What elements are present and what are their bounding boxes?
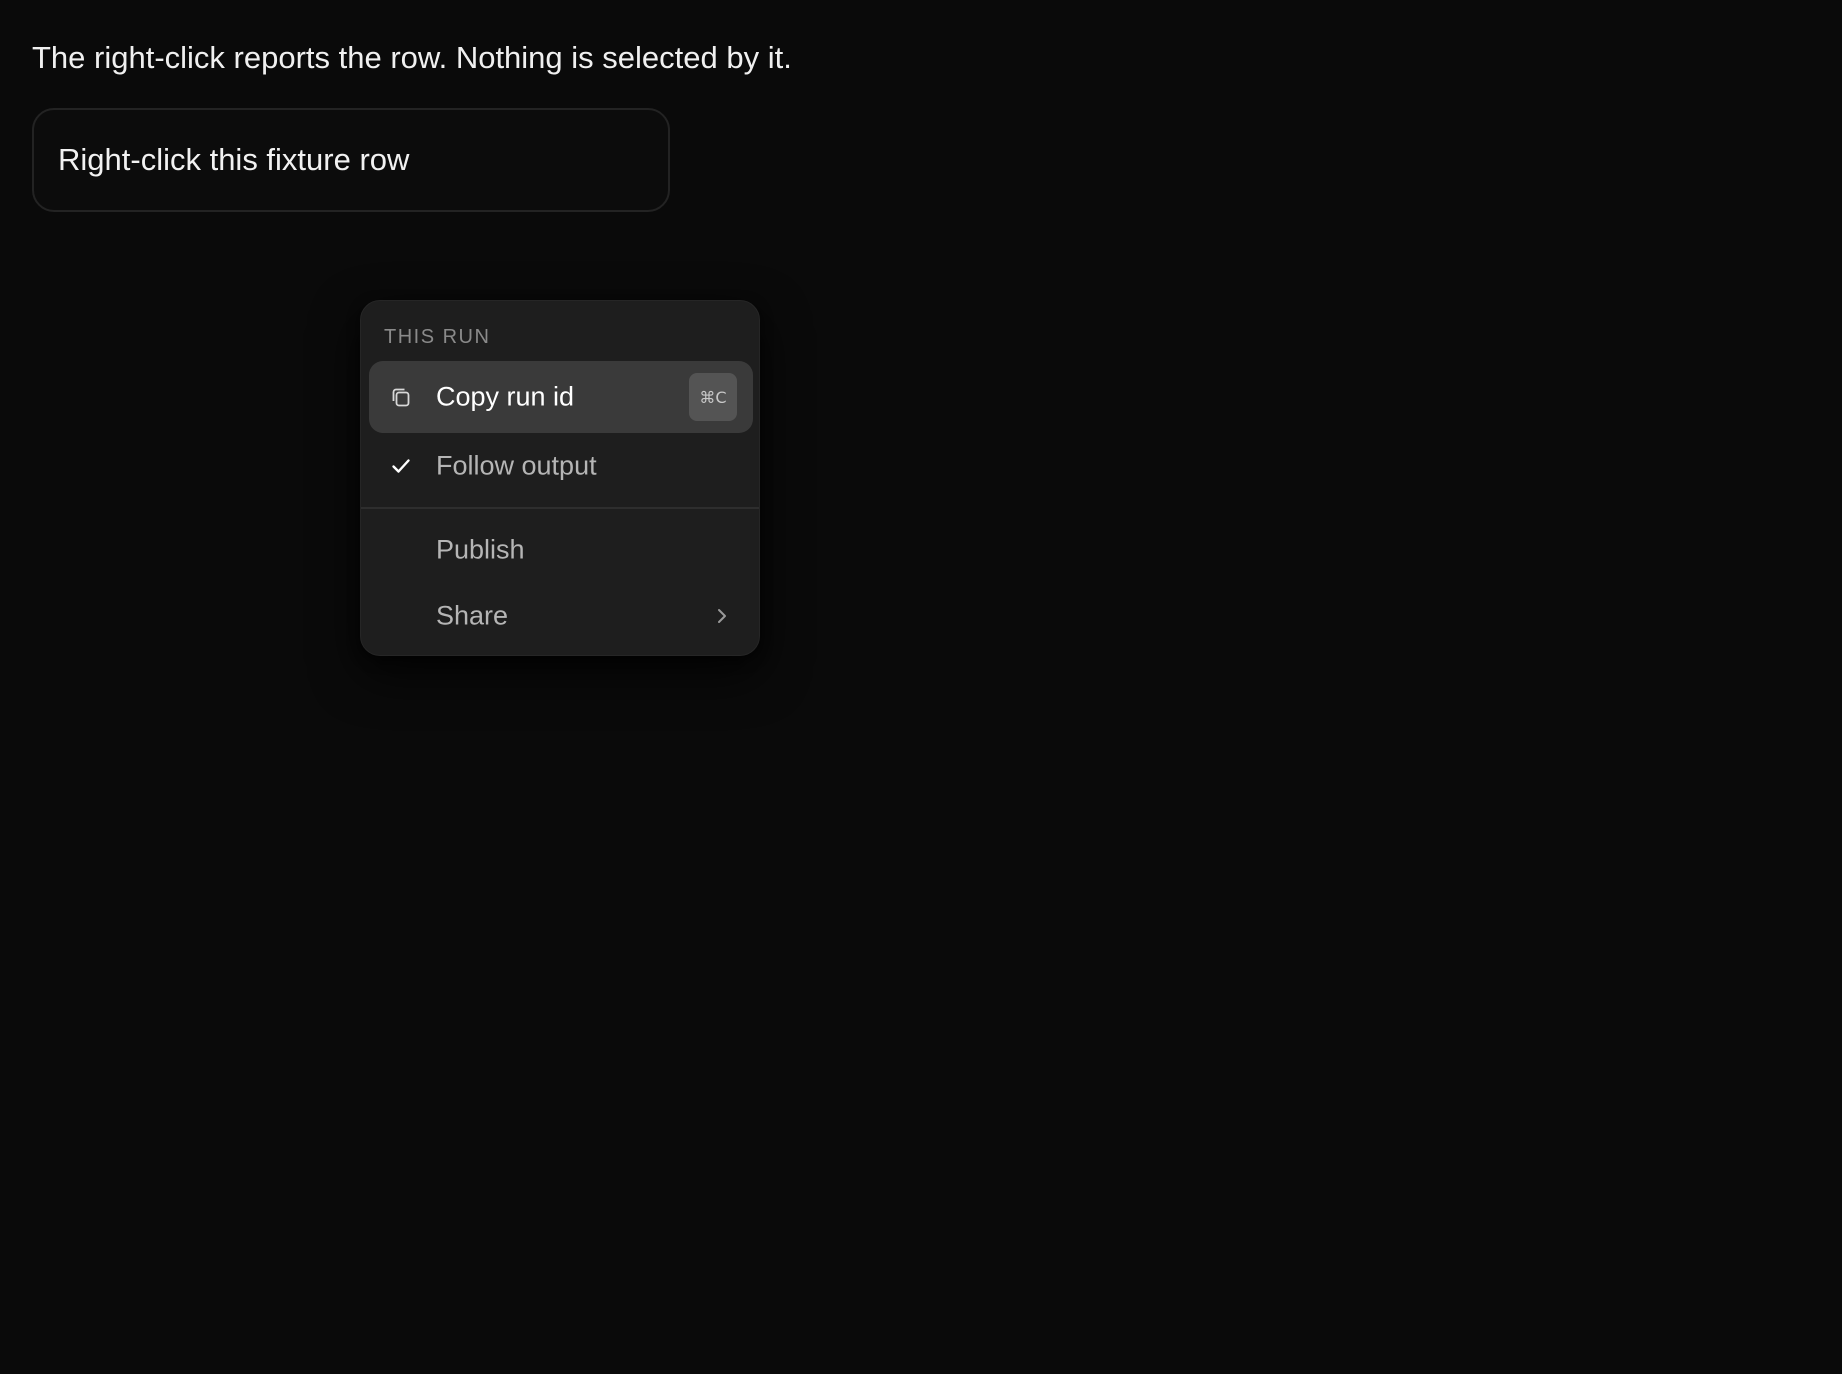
menu-section-heading: THIS RUN [384, 326, 491, 348]
menu-item-publish[interactable]: Publish [369, 514, 753, 586]
menu-item-label: Copy run id [436, 381, 575, 412]
menu-item-copy-run-id[interactable]: Copy run id ⌘C [369, 361, 753, 433]
menu-item-follow-output[interactable]: Follow output [369, 430, 753, 502]
menu-separator [361, 507, 759, 509]
copy-icon [387, 383, 415, 411]
status-message: The right-click reports the row. Nothing… [32, 40, 792, 75]
menu-item-label: Share [436, 600, 509, 631]
menu-item-label: Publish [436, 534, 525, 565]
menu-item-share[interactable]: Share [369, 580, 753, 652]
fixture-row[interactable]: Right-click this fixture row [32, 108, 670, 212]
menu-item-label: Follow output [436, 450, 597, 481]
fixture-row-label: Right-click this fixture row [58, 142, 410, 177]
keyboard-shortcut-badge: ⌘C [689, 373, 737, 421]
context-menu: THIS RUN Copy run id ⌘C Follow output Pu… [360, 300, 760, 656]
checkmark-icon [387, 452, 415, 480]
chevron-right-icon [715, 605, 729, 627]
